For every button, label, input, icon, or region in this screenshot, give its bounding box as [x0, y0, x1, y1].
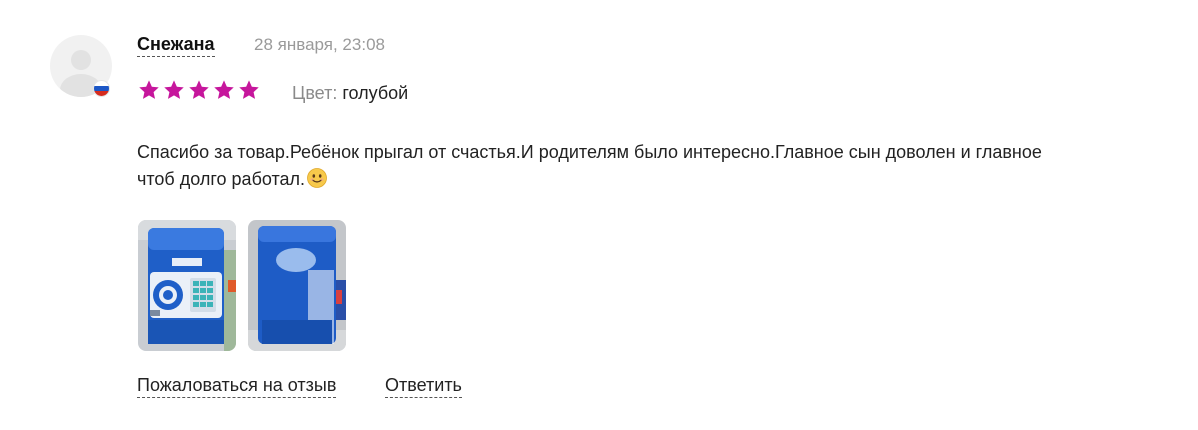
slightly-smiling-face-icon	[307, 168, 327, 188]
star-icon	[163, 79, 185, 101]
star-icon	[188, 79, 210, 101]
review-text-block: Спасибо за товар.Ребёнок прыгал от счаст…	[137, 139, 1077, 193]
review-card: Снежана 28 января, 23:08 Цвет: голубой С…	[0, 0, 1198, 430]
reply-link[interactable]: Ответить	[385, 374, 462, 398]
star-icon	[213, 79, 235, 101]
rating-stars	[138, 79, 260, 103]
piggy-bank-safe-back-photo[interactable]	[248, 220, 346, 351]
product-color: Цвет: голубой	[292, 82, 408, 104]
star-icon	[138, 79, 160, 101]
avatar-placeholder-head	[71, 50, 91, 70]
color-value: голубой	[342, 83, 409, 103]
piggy-bank-safe-front-photo[interactable]	[138, 220, 236, 351]
color-label: Цвет:	[292, 83, 338, 103]
report-review-link[interactable]: Пожаловаться на отзыв	[137, 374, 337, 398]
review-photos	[138, 220, 346, 351]
review-text: Спасибо за товар.Ребёнок прыгал от счаст…	[137, 142, 1042, 189]
star-icon	[238, 79, 260, 101]
russia-flag-icon	[93, 80, 110, 97]
author-name[interactable]: Снежана	[137, 33, 215, 57]
review-date: 28 января, 23:08	[254, 35, 385, 54]
